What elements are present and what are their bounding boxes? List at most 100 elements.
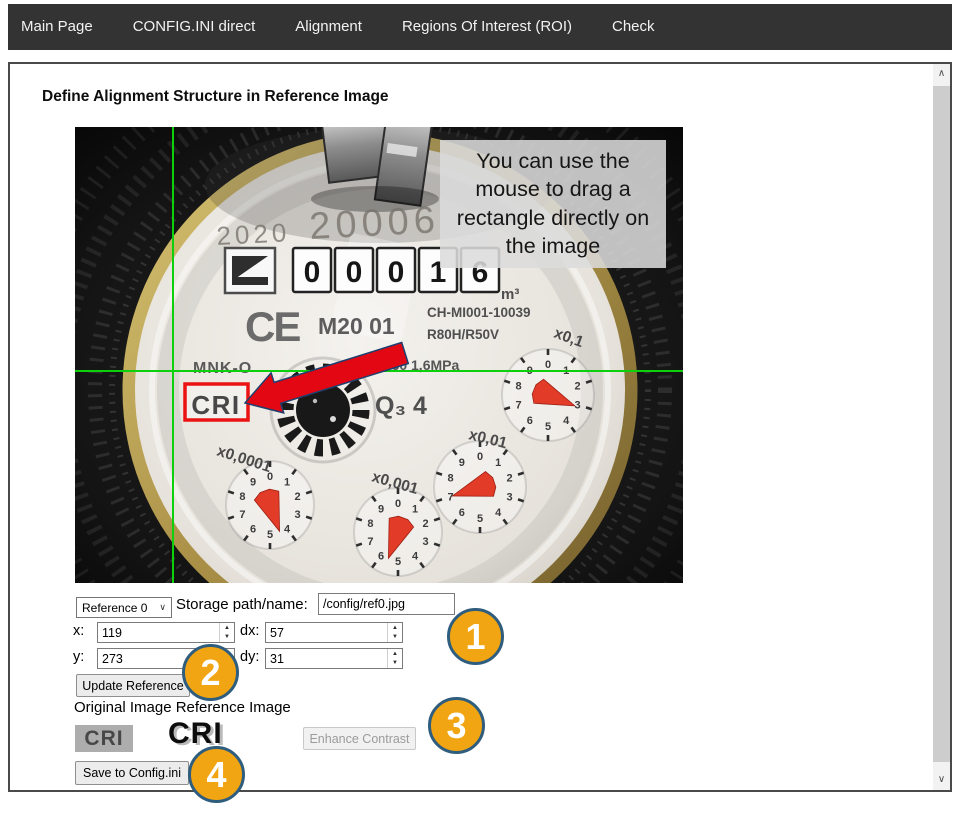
reference-select[interactable]: Reference 0 ∨: [76, 597, 172, 618]
scrollbar-thumb[interactable]: [933, 86, 950, 762]
dial-tick: [436, 473, 442, 475]
dial-digit: 4: [412, 551, 419, 563]
dial-digit: 4: [495, 507, 502, 519]
dial-x0-1: 0123456789: [502, 349, 594, 441]
svg-text:0: 0: [346, 256, 363, 289]
dial-digit: 4: [284, 524, 291, 536]
target-text: CRI: [191, 390, 240, 420]
dial-tick: [228, 517, 234, 519]
page-title: Define Alignment Structure in Reference …: [42, 88, 389, 106]
step-badge-3: 3: [428, 697, 485, 754]
dy-spinner-up-button[interactable]: ▲: [388, 649, 402, 659]
dial-tick: [228, 491, 234, 493]
svg-text:0: 0: [388, 256, 405, 289]
dial-digit: 3: [423, 536, 429, 548]
dial-digit: 0: [545, 359, 551, 371]
approval-text: M20 01: [318, 313, 395, 339]
dial-digit: 3: [295, 509, 301, 521]
dial-tick: [586, 407, 592, 409]
svg-text:0: 0: [304, 256, 321, 289]
dial-tick: [306, 491, 312, 493]
nav-item-main-page[interactable]: Main Page: [8, 4, 113, 50]
dial-tick: [436, 499, 442, 501]
ratio-text: R80H/R50V: [427, 327, 499, 342]
dial-digit: 7: [515, 400, 521, 412]
odometer-digit: 0: [293, 248, 331, 292]
dial-digit: 5: [477, 513, 483, 525]
dial-digit: 8: [515, 380, 521, 392]
stamp-year: 2020: [216, 217, 291, 251]
red-target-box: CRI: [185, 384, 248, 420]
dial-digit: 1: [412, 504, 418, 516]
nav-item-regions-of-interest-roi-[interactable]: Regions Of Interest (ROI): [382, 4, 592, 50]
x-spinner-down-button[interactable]: ▼: [220, 633, 234, 643]
storage-path-input[interactable]: [318, 593, 455, 615]
q3-text: Q₃ 4: [375, 392, 427, 420]
dial-digit: 9: [250, 477, 256, 489]
dial-digit: 2: [574, 380, 580, 392]
dial-tick: [518, 473, 524, 475]
dial-digit: 5: [545, 421, 551, 433]
dial-digit: 1: [284, 477, 290, 489]
dial-tick: [306, 517, 312, 519]
model-code: CH-MI001-10039: [427, 305, 531, 320]
dial-x0-01: 0123456789: [434, 441, 526, 533]
dial-digit: 7: [447, 492, 453, 504]
brand-text: MNK-O: [193, 360, 252, 377]
dial-tick: [434, 544, 440, 546]
step-badge-2: 2: [182, 644, 239, 701]
dial-tick: [356, 518, 362, 520]
dial-digit: 6: [527, 415, 533, 427]
dial-tick: [504, 381, 510, 383]
dial-digit: 3: [574, 400, 580, 412]
x-input[interactable]: [98, 623, 219, 642]
content-frame: Define Alignment Structure in Reference …: [8, 62, 952, 792]
dial-x0-001: 0123456789: [354, 488, 442, 576]
x-spinner-up-button[interactable]: ▲: [220, 623, 234, 633]
dx-spinner-up-button[interactable]: ▲: [388, 623, 402, 633]
dy-input[interactable]: [266, 649, 387, 668]
frame-scrollbar[interactable]: ∧ ∨: [933, 64, 950, 790]
update-reference-button[interactable]: Update Reference: [76, 674, 190, 697]
nav-item-config-ini-direct[interactable]: CONFIG.INI direct: [113, 4, 276, 50]
dx-spinner-down-button[interactable]: ▼: [388, 633, 402, 643]
dial-digit: 7: [239, 509, 245, 521]
dial-digit: 7: [367, 536, 373, 548]
dial-digit: 9: [378, 504, 384, 516]
nav-bar: Main PageCONFIG.INI directAlignmentRegio…: [8, 4, 952, 50]
reference-select-value: Reference 0: [82, 601, 147, 615]
odometer-digit: 0: [335, 248, 373, 292]
step-badge-1: 1: [447, 608, 504, 665]
nav-item-alignment[interactable]: Alignment: [275, 4, 382, 50]
dy-field: ▲ ▼: [265, 648, 403, 669]
x-field: ▲ ▼: [97, 622, 235, 643]
x-label: x:: [73, 623, 84, 639]
dy-spinner-down-button[interactable]: ▼: [388, 659, 402, 669]
reference-image-canvas[interactable]: 2020 20006 00016 m³ CE M20 01: [75, 127, 683, 583]
dial-digit: 2: [506, 472, 512, 484]
dial-tick: [434, 518, 440, 520]
dial-digit: 0: [477, 451, 483, 463]
dial-digit: 6: [459, 507, 465, 519]
scroll-down-icon[interactable]: ∨: [933, 770, 950, 790]
save-to-config-button[interactable]: Save to Config.ini: [75, 761, 189, 785]
dial-digit: 6: [250, 524, 256, 536]
unit-label: m³: [501, 286, 519, 303]
nav-item-check[interactable]: Check: [592, 4, 675, 50]
dial-digit: 6: [378, 551, 384, 563]
dial-digit: 2: [295, 491, 301, 503]
dial-tick: [518, 499, 524, 501]
dial-digit: 9: [459, 457, 465, 469]
dial-digit: 5: [395, 556, 401, 568]
enhance-contrast-button[interactable]: Enhance Contrast: [303, 727, 416, 750]
dial-digit: 8: [367, 518, 373, 530]
scroll-up-icon[interactable]: ∧: [933, 64, 950, 84]
y-label: y:: [73, 649, 84, 665]
storage-path-label: Storage path/name:: [176, 596, 308, 613]
dial-digit: 8: [239, 491, 245, 503]
original-image-thumbnail: CRI: [75, 725, 133, 752]
drag-hint-overlay: You can use the mouse to drag a rectangl…: [440, 140, 666, 268]
chevron-down-icon: ∨: [159, 602, 166, 613]
step-badge-4: 4: [188, 746, 245, 803]
dx-input[interactable]: [266, 623, 387, 642]
